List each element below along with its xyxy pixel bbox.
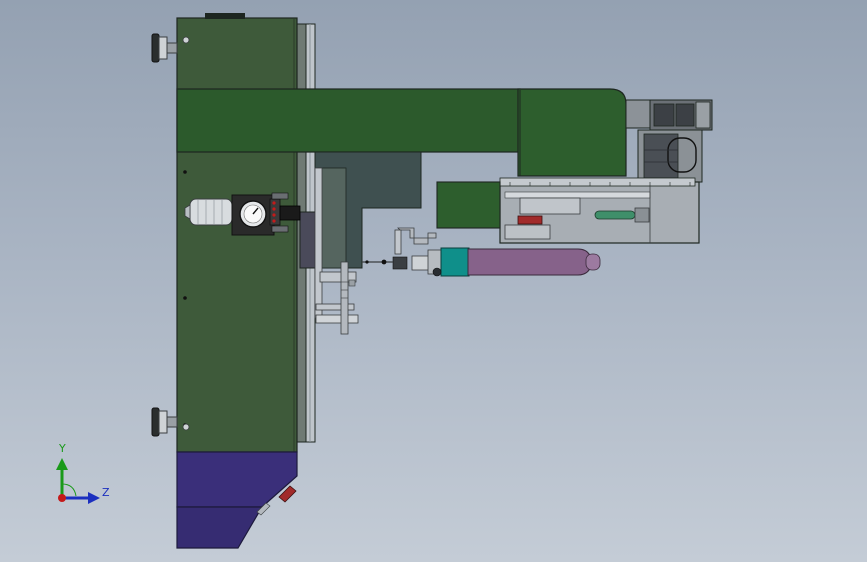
triad-axes-icon [56, 458, 100, 504]
actuator-carriage[interactable] [499, 177, 700, 244]
slate-bracket [314, 151, 422, 269]
main-frame-panel[interactable] [176, 13, 298, 462]
y-axis-label: Y [59, 442, 66, 455]
discharge-hopper[interactable] [176, 451, 298, 549]
sensor-block [436, 181, 501, 229]
cad-model-view[interactable] [0, 0, 867, 562]
cad-viewport[interactable]: Y Z [0, 0, 867, 562]
z-axis-label: Z [102, 486, 110, 499]
drive-motor-housing[interactable] [625, 99, 713, 183]
coordinate-triad: Y Z [40, 440, 120, 510]
